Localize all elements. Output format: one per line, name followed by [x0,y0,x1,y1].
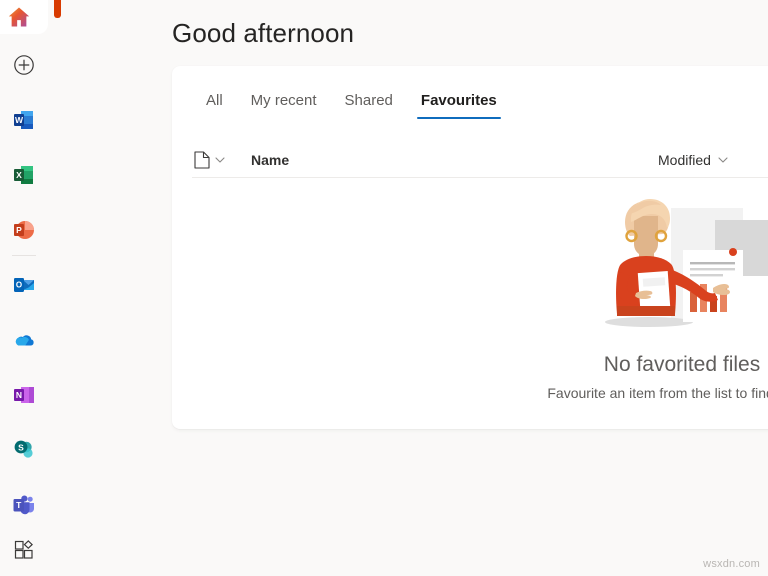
rail-item-powerpoint[interactable]: P [0,213,48,247]
create-new-icon [12,53,36,77]
tab-shared[interactable]: Shared [331,86,407,119]
tab-favourites[interactable]: Favourites [407,86,511,119]
empty-state-title: No favorited files [604,353,760,377]
apps-grid-icon [12,538,36,562]
onedrive-icon [12,328,36,352]
empty-state: No favorited files Favourite an item fro… [472,192,768,401]
svg-text:S: S [18,443,24,453]
home-icon [6,4,32,30]
rail-item-apps[interactable] [0,533,48,567]
column-name[interactable]: Name [251,152,289,168]
column-modified-label: Modified [658,152,711,168]
tab-my-recent[interactable]: My recent [237,86,331,119]
svg-text:W: W [15,115,24,125]
svg-text:P: P [16,225,22,235]
files-card: All My recent Shared Favourites Name Mod… [172,66,768,429]
rail-item-sharepoint[interactable]: S [0,433,48,467]
tab-all[interactable]: All [192,86,237,119]
rail-item-onenote[interactable]: N [0,378,48,412]
excel-icon: X [12,163,36,187]
watermark: wsxdn.com [703,558,760,570]
sharepoint-icon: S [12,438,36,462]
svg-text:O: O [16,281,22,290]
powerpoint-icon: P [12,218,36,242]
teams-icon: T [12,493,36,517]
rail-home-tab[interactable] [0,0,48,34]
column-file-type[interactable] [194,151,225,169]
svg-text:X: X [16,170,22,180]
page-title: Good afternoon [172,18,354,49]
chevron-down-icon [718,157,728,163]
onenote-icon: N [12,383,36,407]
files-tablist: All My recent Shared Favourites [192,86,511,119]
chevron-down-icon [215,157,225,163]
files-table-header: Name Modified [192,142,768,178]
app-window: W X P [0,0,768,576]
svg-text:T: T [16,500,22,510]
document-icon [194,151,210,169]
rail-item-onedrive[interactable] [0,323,48,357]
svg-text:N: N [16,390,22,400]
rail-item-word[interactable]: W [0,103,48,137]
outlook-icon: O [12,273,36,297]
rail-item-excel[interactable]: X [0,158,48,192]
person-presenting-chart-illustration [587,192,768,337]
column-modified[interactable]: Modified [658,152,728,168]
app-rail: W X P [0,0,48,576]
rail-item-teams[interactable]: T [0,488,48,522]
word-icon: W [12,108,36,132]
rail-divider [12,255,36,256]
empty-state-subtitle: Favourite an item from the list to find … [547,385,768,401]
rail-item-create-new[interactable] [0,48,48,82]
rail-active-tab-indicator [54,0,61,18]
rail-item-outlook[interactable]: O [0,268,48,302]
